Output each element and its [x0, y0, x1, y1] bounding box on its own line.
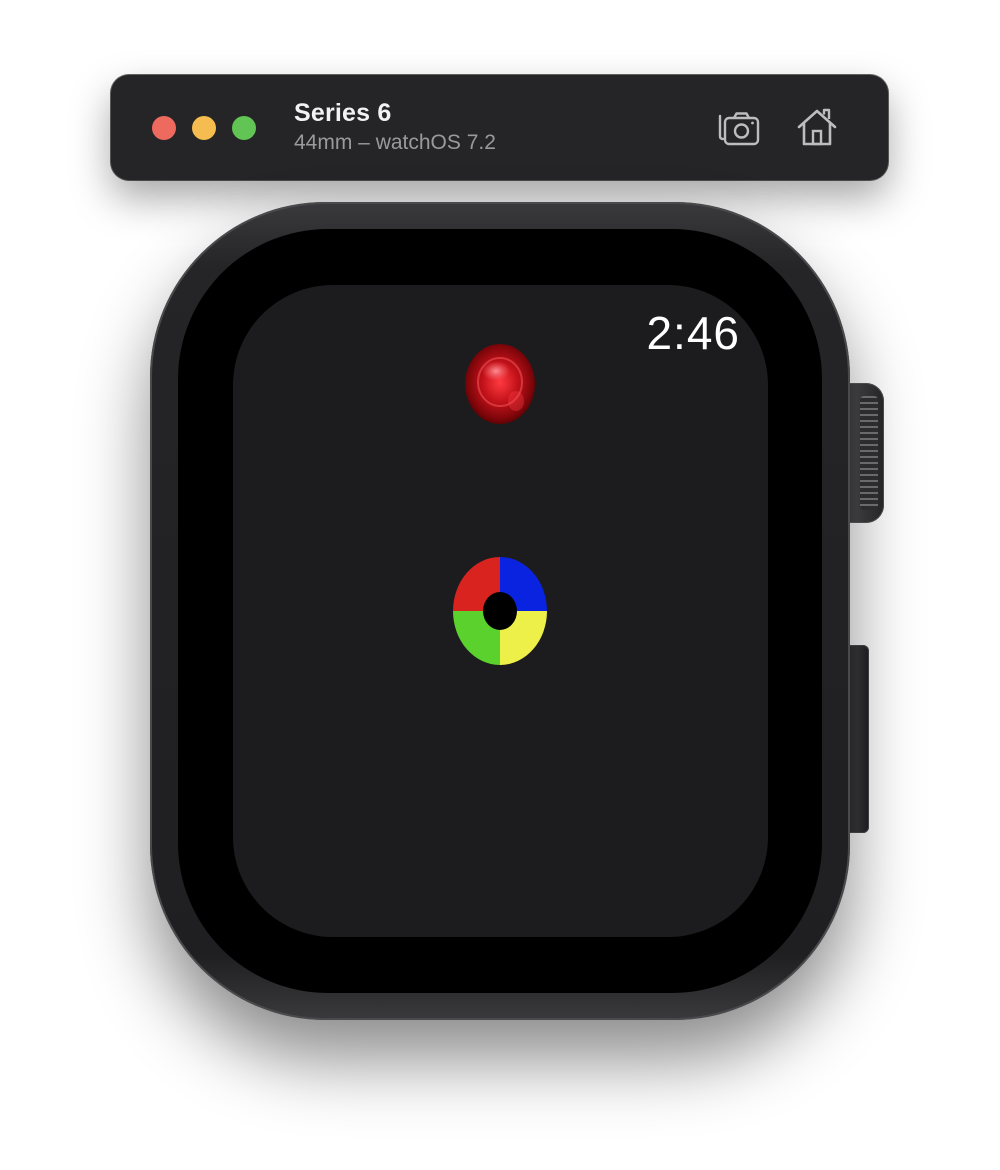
watch-time: 2:46: [646, 307, 740, 359]
device-details: 44mm – watchOS 7.2: [294, 131, 496, 154]
home-icon: [797, 108, 837, 146]
camera-icon: [718, 112, 760, 146]
close-window-button[interactable]: [152, 116, 176, 140]
simulator-window: Series 6 44mm – watchOS 7.2 2:46: [0, 0, 1000, 1170]
minimize-window-button[interactable]: [192, 116, 216, 140]
color-wheel[interactable]: [452, 556, 548, 666]
game-ball: [464, 343, 536, 425]
wheel-hole: [483, 592, 517, 630]
home-button[interactable]: [794, 106, 840, 150]
screenshot-button[interactable]: [716, 106, 762, 150]
simulator-title-bar[interactable]: [111, 75, 888, 180]
zoom-window-button[interactable]: [232, 116, 256, 140]
digital-crown-ridges: [860, 396, 878, 510]
device-name: Series 6: [294, 99, 392, 127]
